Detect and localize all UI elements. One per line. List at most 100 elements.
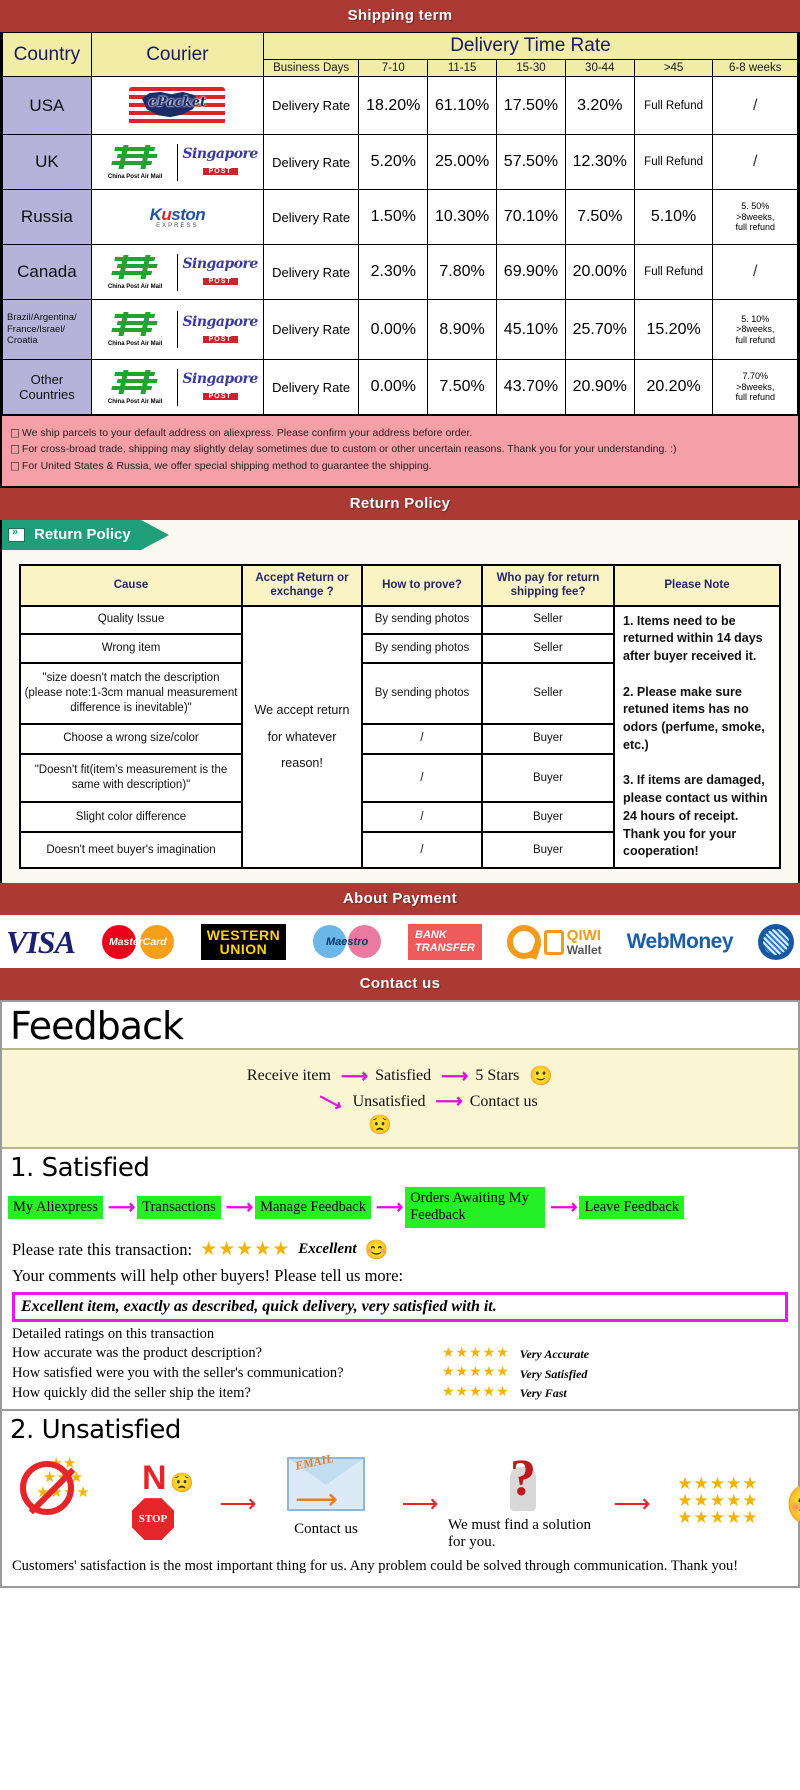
step-orders-awaiting-my-feedback[interactable]: Orders Awaiting My Feedback — [405, 1187, 546, 1228]
checkbox-icon: □ — [10, 427, 20, 439]
cell-rate-11-15: 7.80% — [427, 244, 498, 300]
shipping-note-2: □ For cross-broad trade, shipping may sli… — [10, 441, 790, 457]
detail-value: Very Satisfied — [519, 1366, 588, 1381]
arrow-right-icon: ⟶ — [435, 1091, 463, 1113]
cell-who-pays: Seller — [481, 661, 615, 726]
payment-method-qiwi-wallet: QIWI Wallet — [506, 925, 602, 960]
wu-line-1: WESTERN — [206, 926, 281, 943]
cell-cause: Wrong item — [19, 633, 243, 664]
arrow-right-icon: ⟶ — [219, 1489, 256, 1519]
detailed-ratings-heading: Detailed ratings on this transaction — [12, 1325, 215, 1342]
cell-rate-11-15: 10.30% — [427, 189, 498, 245]
cell-rate-over-45: Full Refund — [633, 76, 714, 135]
header-country: Country — [2, 32, 92, 77]
cell-who-pays: Seller — [481, 633, 615, 664]
cell-how-to-prove: By sending photos — [361, 604, 483, 636]
cell-cause: Slight color difference — [19, 801, 243, 833]
contact-us-caption: Contact us — [294, 1521, 358, 1538]
email-envelope-icon: EMAIL ⟶ — [287, 1451, 365, 1515]
table-row: UK China Post Air Mail Singapore POST De… — [2, 134, 798, 190]
arrow-3: ⟶ — [602, 1457, 656, 1517]
cell-who-pays: Seller — [481, 604, 615, 636]
banner-return-policy: Return Policy — [0, 487, 800, 520]
cell-cause: Quality Issue — [19, 604, 243, 636]
step-transactions[interactable]: Transactions — [137, 1195, 221, 1220]
feedback-title: Feedback — [10, 1004, 184, 1049]
flow-satisfied: Satisfied — [375, 1067, 432, 1085]
cell-cause: Doesn't meet buyer's imagination — [19, 830, 243, 870]
cell-courier: China Post Air Mail Singapore POST — [90, 359, 264, 415]
webmoney-label: WebMoney — [626, 930, 734, 954]
arrow-1: ⟶ — [208, 1457, 262, 1517]
qiwi-logo-icon — [506, 925, 541, 960]
maestro-logo-icon: Maestro — [311, 924, 383, 960]
unsatisfied-flow: ★★ ★★★ ★★★★ N 😟 STOP ⟶ EMAIL ⟶ Contact us — [2, 1447, 800, 1551]
cell-country: Other Countries — [2, 359, 92, 415]
step-manage-feedback[interactable]: Manage Feedback — [255, 1195, 371, 1220]
visa-logo-icon: VISA — [6, 923, 76, 960]
question-mark-icon: ? — [510, 1450, 536, 1508]
flow-sad-face-wrap: 😟 — [0, 1113, 798, 1137]
step-leave-feedback[interactable]: Leave Feedback — [579, 1195, 685, 1220]
table-row: Quality Issue We accept return for whate… — [19, 604, 781, 870]
unsatisfied-heading: 2. Unsatisfied — [10, 1415, 181, 1446]
email-label: EMAIL — [293, 1451, 335, 1473]
header-delivery-time-rate: Delivery Time Rate — [262, 32, 799, 60]
satisfied-heading: 1. Satisfied — [10, 1153, 150, 1184]
shipping-table-wrapper: Country Courier Delivery Time Rate Busin… — [0, 32, 800, 488]
payment-method-western-union: WESTERN UNION — [200, 923, 287, 961]
detail-question: How quickly did the seller ship the item… — [12, 1384, 251, 1401]
checkbox-icon: □ — [10, 443, 20, 456]
cell-rate-7-10: 2.30% — [358, 244, 429, 300]
detailed-ratings: Detailed ratings on this transaction How… — [2, 1325, 798, 1403]
cell-country: USA — [2, 76, 92, 135]
cell-cause: "size doesn't match the description (ple… — [19, 661, 243, 726]
cell-who-pays: Buyer — [481, 830, 615, 870]
webmoney-mark — [757, 924, 794, 961]
feedback-section: Feedback Receive item ⟶ Satisfied ⟶ 5 St… — [0, 1000, 800, 1589]
please-note-1: 1. Items need to be returned within 14 d… — [623, 613, 763, 664]
cell-rate-7-10: 18.20% — [358, 76, 429, 135]
singapore-post-logo-icon: Singapore POST — [182, 256, 258, 285]
wu-line-2: UNION — [219, 941, 268, 958]
detail-rating-row: How accurate was the product description… — [12, 1344, 788, 1364]
comments-label: Your comments will help other buyers! Pl… — [12, 1265, 404, 1285]
star-rating-icon[interactable]: ★★★★★ — [442, 1345, 510, 1364]
mastercard-logo-icon: MasterCard — [100, 923, 176, 961]
flow-unsatisfied: Unsatisfied — [352, 1092, 426, 1110]
shipping-table: Country Courier Delivery Time Rate Busin… — [2, 32, 799, 415]
cell-rate-11-15: 8.90% — [427, 299, 498, 360]
cell-rate-15-30: 45.10% — [496, 299, 566, 360]
payment-method-visa: VISA — [6, 923, 76, 961]
comment-text-box[interactable]: Excellent item, exactly as described, qu… — [12, 1291, 788, 1322]
checkbox-icon: □ — [10, 459, 20, 472]
please-note-2: 2. Please make sure retuned items has no… — [623, 684, 765, 752]
cell-rate-15-30: 43.70% — [496, 359, 566, 415]
sad-face-icon: 😟 — [368, 1115, 392, 1137]
flow-five-stars: 5 Stars — [475, 1067, 520, 1085]
arrow-right-icon: ⟶ — [441, 1065, 468, 1087]
step-my-aliexpress[interactable]: My Aliexpress — [8, 1195, 103, 1220]
cell-rate-11-15: 61.10% — [427, 76, 498, 135]
star-rating-icon[interactable]: ★★★★★ — [442, 1364, 510, 1383]
cell-country: Canada — [2, 244, 92, 300]
cell-rate-7-10: 0.00% — [358, 299, 429, 360]
cell-who-pays: Buyer — [481, 752, 615, 804]
cell-how-to-prove: / — [361, 752, 483, 804]
rate-word: Excellent — [298, 1241, 357, 1258]
bank-transfer-logo-icon: BANK TRANSFER — [408, 924, 482, 960]
solution-group: ? We must find a solution for you. — [448, 1450, 598, 1551]
table-row: Russia Kuston EXPRESS Delivery Rate 1.50%… — [2, 189, 798, 245]
cell-rate-11-15: 25.00% — [427, 134, 498, 190]
detail-rating-row: How satisfied were you with the seller's… — [12, 1364, 788, 1384]
cell-rate-11-15: 7.50% — [427, 359, 498, 415]
payment-method-bank-transfer: BANK TRANSFER — [408, 924, 482, 960]
star-rating-icon[interactable]: ★★★★★ — [442, 1384, 510, 1403]
cell-rate-15-30: 17.50% — [496, 76, 566, 135]
star-rating-icon[interactable]: ★★★★★ — [200, 1238, 290, 1261]
header-15-30: 15-30 — [496, 59, 566, 77]
detail-question: How satisfied were you with the seller's… — [12, 1364, 344, 1381]
detail-value: Very Fast — [519, 1386, 567, 1401]
cell-rate-15-30: 69.90% — [496, 244, 566, 300]
cell-rate-label: Delivery Rate — [262, 76, 360, 135]
